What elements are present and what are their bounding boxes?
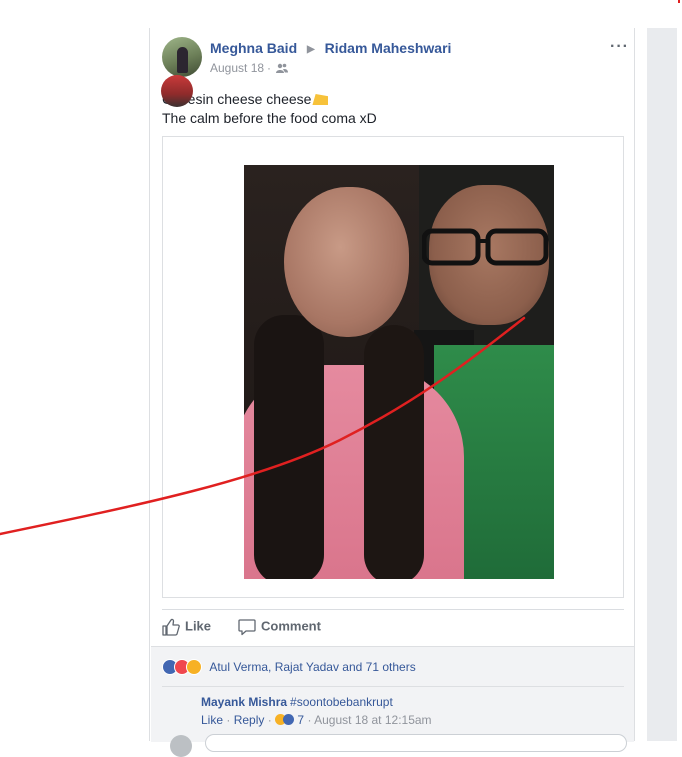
post-photo[interactable] [244, 165, 554, 579]
feed-post: Meghna Baid ▶ Ridam Maheshwari August 18… [149, 28, 635, 757]
divider [162, 609, 624, 610]
comment-meta: Like · Reply · 7 · August 18 at 12:15am [201, 713, 432, 727]
comment-button[interactable]: Comment [238, 618, 321, 636]
comment-bubble-icon [238, 619, 256, 636]
annotation-mark [678, 0, 680, 3]
comment-timestamp[interactable]: August 18 at 12:15am [314, 713, 431, 727]
post-date[interactable]: August 18 [210, 61, 264, 75]
write-comment-input[interactable] [205, 734, 627, 752]
photo-attachment [162, 136, 624, 598]
meta-separator: · [307, 713, 312, 727]
post-meta: August 18 · [210, 61, 289, 76]
comment-like-link[interactable]: Like [201, 713, 223, 727]
comment-author[interactable]: Mayank Mishra [201, 695, 287, 709]
like-label: Like [185, 618, 212, 634]
friends-audience-icon[interactable] [276, 62, 289, 76]
like-reaction-icon [283, 714, 295, 725]
meta-separator: · [226, 713, 231, 727]
target-name[interactable]: Ridam Maheshwari [325, 40, 452, 56]
comment-reply-link[interactable]: Reply [234, 713, 265, 727]
reply-avatar [170, 735, 192, 757]
author-avatar[interactable] [162, 37, 202, 77]
thumbs-up-icon [162, 618, 180, 636]
like-button[interactable]: Like [162, 618, 211, 636]
post-text: Cheesin cheese cheese The calm before th… [162, 90, 377, 128]
right-rail [647, 28, 677, 741]
comment-label: Comment [261, 618, 321, 634]
comment: Mayank Mishra #soontobebankrupt [201, 695, 393, 709]
comment-reaction-count[interactable]: 7 [297, 713, 304, 727]
author-name[interactable]: Meghna Baid [210, 40, 297, 56]
reactions-names[interactable]: Atul Verma, Rajat Yadav and 71 others [209, 660, 415, 674]
more-options-button[interactable]: ··· [610, 38, 629, 56]
cheese-emoji-icon [312, 94, 329, 105]
meta-separator: · [267, 713, 272, 727]
commenter-avatar[interactable] [161, 75, 193, 107]
post-text-line2: The calm before the food coma xD [162, 110, 377, 126]
divider [162, 686, 624, 687]
comments-section: Atul Verma, Rajat Yadav and 71 others [151, 646, 634, 742]
comment-hashtag[interactable]: #soontobebankrupt [290, 695, 393, 709]
reactions-summary[interactable]: Atul Verma, Rajat Yadav and 71 others [162, 659, 416, 675]
post-header-names: Meghna Baid ▶ Ridam Maheshwari [210, 40, 451, 56]
arrow-right-icon: ▶ [307, 44, 315, 55]
haha-reaction-icon [186, 659, 202, 675]
meta-separator: · [267, 61, 272, 75]
